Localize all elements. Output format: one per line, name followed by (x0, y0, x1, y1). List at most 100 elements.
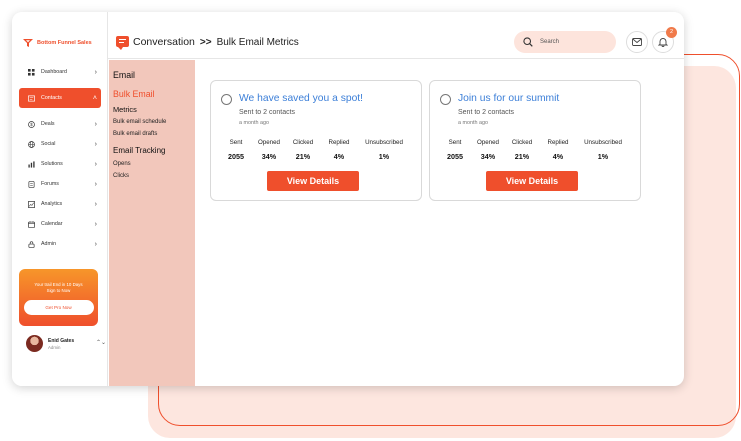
stat-opened: Opened 34% (257, 139, 281, 161)
brand-name: Bottom Funnel Sales (37, 40, 92, 46)
app-window: Bottom Funnel Sales Dashboard › Contacts (12, 12, 684, 386)
campaign-select-radio[interactable] (440, 94, 451, 105)
chat-bubble-icon (116, 36, 129, 50)
brand[interactable]: Bottom Funnel Sales (23, 38, 92, 48)
subnav-item-bulk-email-drafts[interactable]: Bulk email drafts (113, 131, 195, 137)
sidebar-item-label: Contacts (41, 95, 62, 101)
subnav-item-clicks[interactable]: Clicks (113, 173, 195, 179)
subnav-item-bulk-email-schedule[interactable]: Bulk email schedule (113, 119, 195, 125)
user-profile[interactable]: Enid Gates Admin ⌃⌄ (26, 335, 106, 352)
subnav-item-opens[interactable]: Opens (113, 161, 195, 167)
breadcrumb-conversation[interactable]: Conversation (133, 36, 195, 48)
sidebar-item-analytics[interactable]: Analytics › (19, 194, 101, 214)
get-pro-button[interactable]: Get Pro Now (23, 300, 94, 315)
search-placeholder: Search (540, 39, 560, 45)
campaign-card: We have saved you a spot! Sent to 2 cont… (210, 80, 422, 201)
sidebar-item-label: Deals (41, 121, 55, 127)
user-role: Admin (48, 344, 61, 350)
globe-icon (27, 140, 35, 148)
chevron-right-icon: › (94, 140, 97, 148)
sidebar-item-contacts[interactable]: Contacts ˄ (19, 88, 101, 108)
document-icon (27, 180, 35, 188)
sidebar-item-forums[interactable]: Forums › (19, 174, 101, 194)
campaign-title: We have saved you a spot! (239, 93, 364, 104)
campaign-stats: Sent 2055 Opened 34% Clicked 21% Replied 4% … (438, 139, 630, 161)
calendar-icon (27, 220, 35, 228)
stat-clicked: Clicked 21% (292, 139, 314, 161)
sidebar-item-label: Admin (41, 241, 57, 247)
funnel-logo-icon (23, 39, 33, 47)
stat-replied: Replied 4% (547, 139, 569, 161)
stat-sent: Sent 2055 (447, 139, 463, 161)
sidebar-item-solutions[interactable]: Solutions › (19, 154, 101, 174)
dollar-icon: $ (27, 120, 35, 128)
sidebar-item-label: Social (41, 141, 56, 147)
chevron-up-down-icon[interactable]: ⌃⌄ (96, 339, 106, 346)
chevron-right-icon: › (94, 68, 97, 76)
sidebar-item-label: Solutions (41, 161, 63, 167)
breadcrumb-separator: >> (199, 36, 212, 48)
sidebar-item-social[interactable]: Social › (19, 134, 101, 154)
subnav-heading-email-tracking[interactable]: Email Tracking (113, 146, 195, 155)
notification-count-badge: 2 (666, 27, 677, 38)
sidebar-item-label: Analytics (41, 201, 63, 207)
chevron-right-icon: › (94, 200, 97, 208)
campaign-timestamp: a month ago (458, 120, 488, 126)
bell-icon (658, 38, 668, 47)
svg-text:$: $ (30, 122, 33, 127)
promo-line-2: Sign to Now (46, 288, 71, 293)
contact-card-icon (27, 94, 35, 102)
chevron-right-icon: › (94, 180, 97, 188)
sidebar-item-calendar[interactable]: Calendar › (19, 214, 101, 234)
lock-icon (27, 240, 35, 248)
grid-icon (27, 68, 35, 76)
user-name: Enid Gates (48, 337, 75, 344)
campaign-title: Join us for our summit (458, 93, 560, 104)
bar-chart-icon (27, 160, 35, 168)
campaign-recipients: Sent to 2 contacts (458, 109, 515, 116)
campaign-card: Join us for our summit Sent to 2 contact… (429, 80, 641, 201)
chevron-right-icon: › (94, 120, 97, 128)
avatar (26, 335, 43, 352)
topbar: Conversation >> Bulk Email Metrics Searc… (108, 12, 684, 59)
stat-unsubscribed: Unsubscribed 1% (584, 139, 622, 161)
notifications-button[interactable]: 2 (652, 27, 677, 53)
chevron-right-icon: › (94, 240, 97, 248)
mail-button[interactable] (626, 31, 648, 53)
chevron-right-icon: › (94, 220, 97, 228)
chevron-up-icon: ˄ (92, 94, 97, 102)
sidebar-item-label: Dashboard (41, 69, 67, 75)
chevron-right-icon: › (94, 160, 97, 168)
mail-icon (632, 38, 642, 46)
subnav-heading-email: Email (113, 70, 135, 80)
view-details-button[interactable]: View Details (267, 171, 359, 191)
subnav-item-metrics[interactable]: Metrics (113, 105, 195, 114)
line-chart-icon (27, 200, 35, 208)
campaign-select-radio[interactable] (221, 94, 232, 105)
breadcrumb: Conversation >> Bulk Email Metrics (133, 36, 299, 48)
sidebar-item-label: Forums (41, 181, 59, 187)
search-icon (523, 37, 533, 47)
campaign-timestamp: a month ago (239, 120, 269, 126)
stat-opened: Opened 34% (476, 139, 500, 161)
stage: Bottom Funnel Sales Dashboard › Contacts (0, 0, 741, 441)
page-title: Bulk Email Metrics (216, 36, 299, 48)
sidebar: Bottom Funnel Sales Dashboard › Contacts (12, 12, 108, 386)
stat-sent: Sent 2055 (228, 139, 244, 161)
sidebar-item-dashboard[interactable]: Dashboard › (19, 62, 101, 82)
subnav-item-bulk-email[interactable]: Bulk Email (113, 89, 195, 99)
sidebar-item-label: Calendar (41, 221, 63, 227)
trial-promo-card: Your trail End in 10 Days Sign to Now Ge… (19, 269, 98, 326)
sidebar-item-deals[interactable]: $ Deals › (19, 114, 101, 134)
main-content: We have saved you a spot! Sent to 2 cont… (195, 60, 684, 386)
sidebar-item-admin[interactable]: Admin › (19, 234, 101, 254)
sidebar-nav: Dashboard › Contacts ˄ $ Deals › Social … (19, 62, 101, 254)
campaign-stats: Sent 2055 Opened 34% Clicked 21% Replied 4% … (219, 139, 411, 161)
email-subnav: Email Bulk Email Metrics Bulk email sche… (109, 60, 195, 386)
search-input[interactable]: Search (514, 31, 616, 53)
stat-replied: Replied 4% (328, 139, 350, 161)
stat-clicked: Clicked 21% (511, 139, 533, 161)
campaign-recipients: Sent to 2 contacts (239, 109, 296, 116)
view-details-button[interactable]: View Details (486, 171, 578, 191)
stat-unsubscribed: Unsubscribed 1% (365, 139, 403, 161)
